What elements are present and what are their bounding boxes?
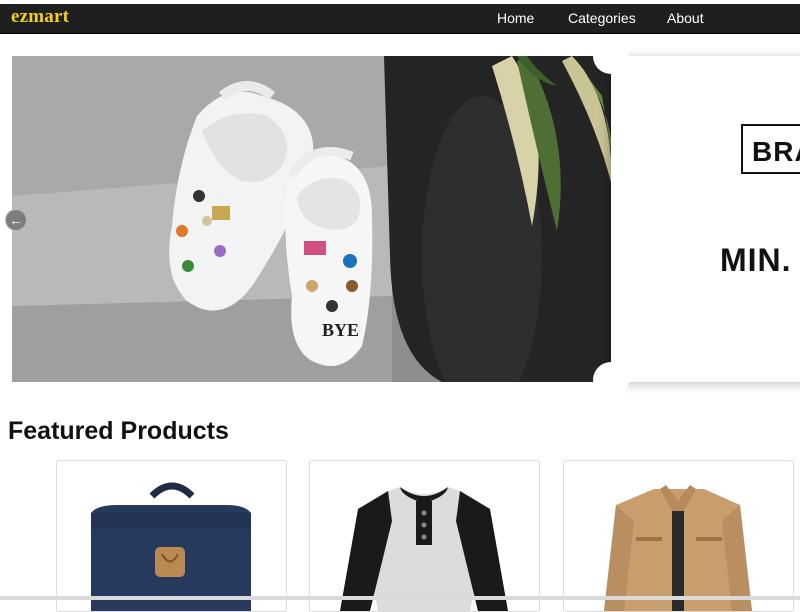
nav-link-categories[interactable]: Categories: [568, 10, 636, 26]
featured-products-title: Featured Products: [8, 417, 229, 445]
henley-shirt-image: [340, 487, 508, 611]
navbar: ezmart Home Categories About: [0, 4, 800, 34]
svg-text:BYE: BYE: [322, 320, 359, 340]
brand-label: BRA: [752, 136, 800, 167]
nav-link-about[interactable]: About: [667, 10, 704, 26]
nav-link-home[interactable]: Home: [497, 10, 534, 26]
coupon-notch-bottom: [593, 362, 629, 398]
carousel-prev-button[interactable]: ←: [6, 210, 26, 230]
arrow-left-icon: ←: [9, 212, 23, 228]
backpack-image: [91, 482, 251, 611]
discount-label: MIN.: [720, 242, 792, 278]
hero-slide-image[interactable]: BYE: [12, 56, 612, 382]
product-card-henley[interactable]: [309, 460, 540, 612]
bottom-scroll-edge: [0, 596, 800, 600]
site-logo[interactable]: ezmart: [11, 6, 69, 28]
brand-box: BRA: [741, 124, 800, 174]
tan-jacket-image: [604, 485, 752, 611]
clogs-photo: BYE: [12, 56, 612, 382]
product-card-backpack[interactable]: [56, 460, 287, 612]
promo-coupon[interactable]: BRA MIN.: [611, 56, 800, 382]
product-card-jacket[interactable]: [563, 460, 794, 612]
hero-carousel: BYE BRA MIN. ←: [0, 40, 800, 398]
